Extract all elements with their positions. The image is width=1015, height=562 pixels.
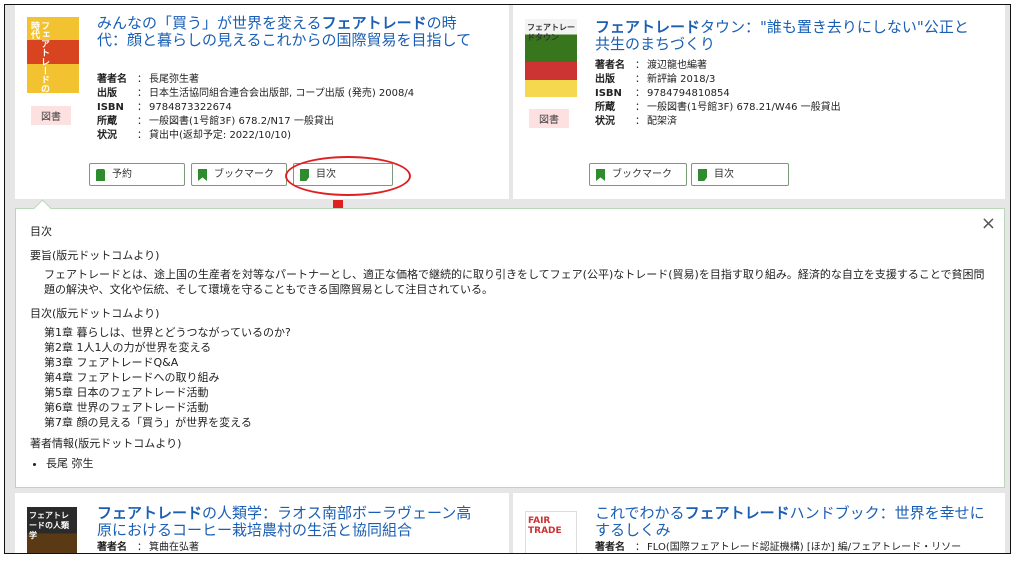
title-part: みんなの「買う」が世界を変える: [97, 14, 322, 32]
result-card-2: フェアトレードタウン 図書 フェアトレードタウン："誰も置き去りにしない"公正と…: [513, 5, 1005, 199]
meta-value: 9784794810854: [647, 88, 730, 99]
cover-text: フェアトレードの人類学: [29, 511, 69, 540]
meta-key: 著者名: [97, 542, 127, 553]
author-item: 長尾 弥生: [46, 455, 94, 471]
chapter-item: 第1章 暮らしは、世界とどうつながっているのか?: [44, 326, 291, 339]
meta-key: 出版: [97, 88, 117, 99]
toc-button[interactable]: 目次: [691, 163, 789, 186]
search-results: フェアトレードの時代 図書 みんなの「買う」が世界を変えるフェアトレードの時代：…: [4, 4, 1011, 554]
book-metadata: 著者名： FLO(国際フェアトレード認証機構) [ほか] 編/フェアトレード・リソ…: [595, 542, 962, 553]
annotation-ellipse: [285, 156, 411, 196]
button-label: ブックマーク: [612, 169, 672, 180]
result-card-1: フェアトレードの時代 図書 みんなの「買う」が世界を変えるフェアトレードの時代：…: [15, 5, 509, 199]
meta-key: ISBN: [595, 88, 622, 99]
chapter-item: 第2章 1人1人の力が世界を変える: [44, 341, 212, 354]
meta-value: 長尾弥生著: [149, 74, 199, 85]
meta-key: 状況: [595, 116, 615, 127]
book-metadata: 著者名：渡辺龍也編著 出版：新評論 2018/3 ISBN： 9784794810…: [595, 60, 841, 127]
reserve-icon: [96, 169, 105, 181]
meta-value: 9784873322674: [149, 102, 232, 113]
meta-key: 所蔵: [97, 116, 117, 127]
book-cover[interactable]: FAIR TRADE: [525, 511, 577, 553]
cover-text: フェアトレードの時代: [29, 21, 49, 93]
chapter-item: 第5章 日本のフェアトレード活動: [44, 386, 209, 399]
book-title-link[interactable]: これでわかるフェアトレードハンドブック：世界を幸せにするしくみ: [595, 505, 995, 539]
chapter-item: 第4章 フェアトレードへの取り組み: [44, 371, 220, 384]
meta-key: 出版: [595, 74, 615, 85]
author-heading: 著者情報(版元ドットコムより): [30, 437, 182, 450]
title-highlight: フェアトレード: [321, 14, 427, 32]
meta-key: ISBN: [97, 102, 124, 113]
meta-value: 箕曲在弘著: [149, 542, 199, 553]
bookmark-icon: [198, 169, 207, 181]
meta-key: 著者名: [595, 60, 625, 71]
title-part: これでわかる: [595, 504, 685, 522]
reserve-button[interactable]: 予約: [89, 163, 185, 186]
title-highlight: フェアトレード: [684, 504, 790, 522]
bookmark-button[interactable]: ブックマーク: [589, 163, 687, 186]
material-type-badge: 図書: [529, 109, 569, 128]
book-cover[interactable]: フェアトレードの人類学: [27, 507, 77, 553]
meta-value: 新評論 2018/3: [647, 74, 716, 85]
meta-value: 日本生活協同組合連合会出版部, コープ出版 (発売) 2008/4: [149, 88, 415, 99]
meta-key: 所蔵: [595, 102, 615, 113]
book-title-link[interactable]: フェアトレードタウン："誰も置き去りにしない"公正と共生のまちづくり: [595, 19, 975, 53]
cover-text: FAIR TRADE: [528, 516, 562, 536]
summary-text: フェアトレードとは、途上国の生産者を対等なパートナーとし、適正な価格で継続的に取…: [44, 268, 985, 296]
book-cover[interactable]: フェアトレードの時代: [27, 17, 79, 93]
toc-heading: 目次(版元ドットコムより): [30, 307, 160, 320]
result-card-3: フェアトレードの人類学 フェアトレードの人類学：ラオス南部ボーラヴェーン高原にお…: [15, 493, 509, 553]
result-card-4: FAIR TRADE これでわかるフェアトレードハンドブック：世界を幸せにするし…: [513, 493, 1005, 553]
book-metadata: 著者名：箕曲在弘著: [97, 542, 199, 553]
book-title-link[interactable]: みんなの「買う」が世界を変えるフェアトレードの時代：顔と暮らしの見えるこれからの…: [97, 15, 477, 49]
close-icon[interactable]: ×: [981, 215, 996, 233]
panel-caret: [33, 199, 52, 218]
bookmark-icon: [596, 169, 605, 181]
button-label: ブックマーク: [214, 169, 274, 180]
meta-key: 著者名: [595, 542, 625, 553]
toc-panel: × 目次 要旨(版元ドットコムより) フェアトレードとは、途上国の生産者を対等な…: [15, 199, 1005, 488]
bookmark-button[interactable]: ブックマーク: [191, 163, 287, 186]
book-title-link[interactable]: フェアトレードの人類学：ラオス南部ボーラヴェーン高原におけるコーヒー栽培農村の生…: [97, 505, 477, 539]
chapter-list: 第1章 暮らしは、世界とどうつながっているのか? 第2章 1人1人の力が世界を変…: [44, 325, 994, 430]
title-highlight: フェアトレード: [595, 18, 701, 36]
meta-value: 一般図書(1号館3F) 678.21/W46 一般貸出: [647, 102, 841, 113]
summary-heading: 要旨(版元ドットコムより): [30, 249, 160, 262]
panel-title: 目次: [30, 225, 52, 238]
meta-value: 渡辺龍也編著: [647, 60, 707, 71]
book-cover[interactable]: フェアトレードタウン: [525, 19, 577, 97]
button-label: 目次: [714, 169, 734, 180]
chapter-item: 第6章 世界のフェアトレード活動: [44, 401, 209, 414]
toc-icon: [698, 169, 707, 181]
meta-value: 貸出中(返却予定: 2022/10/10): [149, 130, 291, 141]
meta-value: 配架済: [647, 116, 677, 127]
meta-value: 一般図書(1号館3F) 678.2/N17 一般貸出: [149, 116, 334, 127]
cover-text: フェアトレードタウン: [527, 23, 575, 42]
title-highlight: フェアトレード: [97, 504, 203, 522]
meta-key: 状況: [97, 130, 117, 141]
author-list: 長尾 弥生: [30, 455, 94, 471]
button-label: 予約: [112, 169, 132, 180]
book-metadata: 著者名：長尾弥生著 出版：日本生活協同組合連合会出版部, コープ出版 (発売) …: [97, 74, 415, 141]
meta-value: FLO(国際フェアトレード認証機構) [ほか] 編/フェアトレード・リソー: [647, 542, 962, 553]
chapter-item: 第7章 顔の見える「買う」が世界を変える: [44, 416, 252, 429]
material-type-badge: 図書: [31, 106, 71, 125]
chapter-item: 第3章 フェアトレードQ&A: [44, 356, 179, 369]
meta-key: 著者名: [97, 74, 127, 85]
